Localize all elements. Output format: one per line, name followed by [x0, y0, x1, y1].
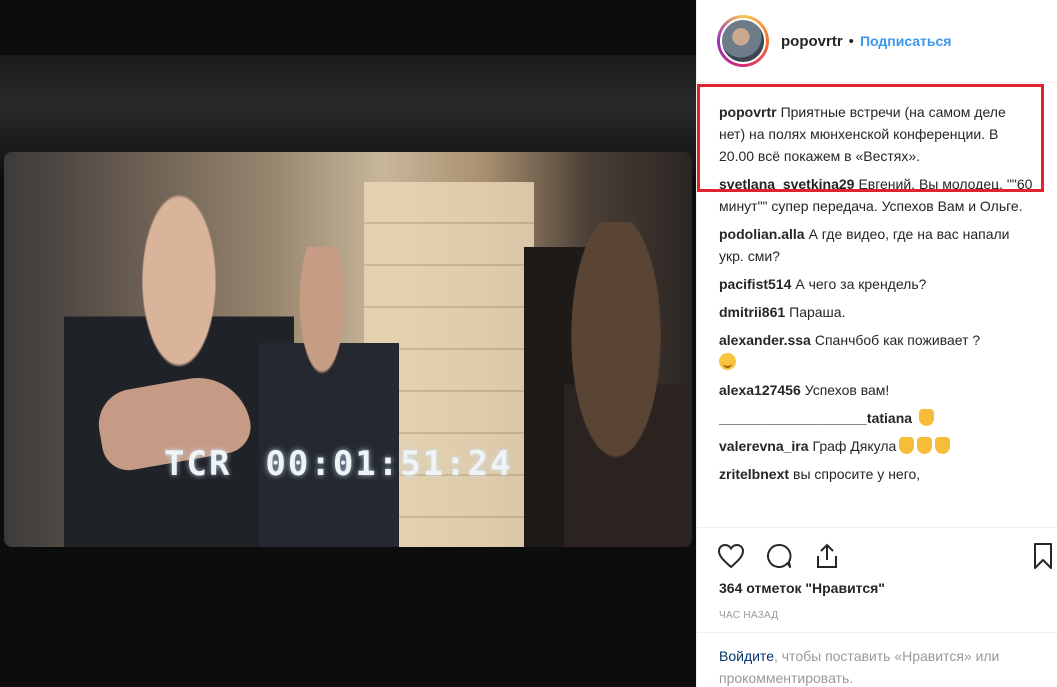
- timecode-label: TCR: [164, 444, 232, 484]
- login-prompt: Войдите, чтобы поставить «Нравится» или …: [697, 632, 1057, 687]
- action-bar: [697, 527, 1057, 587]
- timecode-value: 00:01:51:24: [265, 444, 513, 484]
- follow-button[interactable]: Подписаться: [860, 33, 952, 49]
- post-header: popovrtr • Подписаться: [697, 0, 1057, 83]
- comment-username[interactable]: valerevna_ira: [719, 438, 809, 454]
- comment-row: podolian.alla А где видео, где на вас нап…: [719, 223, 1038, 267]
- comment-row: alexander.ssa Спанчбоб как поживает ?: [719, 329, 1038, 373]
- post-sidebar: popovrtr • Подписаться popovrtr Приятные …: [696, 0, 1057, 687]
- person-center: [259, 247, 399, 547]
- avatar[interactable]: [717, 15, 769, 67]
- post-time[interactable]: ЧАС НАЗАД: [719, 610, 778, 621]
- bookmark-icon[interactable]: [1027, 540, 1057, 572]
- login-link[interactable]: Войдите: [719, 648, 774, 664]
- avatar-image: [720, 18, 766, 64]
- comment-row: valerevna_ira Граф Дякула: [719, 435, 1038, 457]
- clapping-hands-icon: [935, 437, 951, 454]
- person-right: [564, 222, 692, 547]
- clapping-hands-icon: [917, 437, 933, 454]
- comment-username[interactable]: ___________________tatiana: [719, 410, 912, 426]
- comment-username[interactable]: zritelbnext: [719, 466, 789, 482]
- smiling-face-icon: [719, 353, 736, 370]
- comment-row: dmitrii861 Параша.: [719, 301, 1038, 323]
- header-username[interactable]: popovrtr: [781, 33, 843, 50]
- comment-text: Граф Дякула: [812, 438, 897, 454]
- comment-text: А чего за крендель?: [795, 276, 927, 292]
- timecode-overlay: TCR 00:01:51:24: [164, 444, 547, 484]
- comment-text: Спанчбоб как поживает ?: [814, 332, 981, 348]
- comment-row: zritelbnext вы спросите у него,: [719, 463, 1038, 485]
- heart-icon[interactable]: [715, 540, 747, 572]
- comment-username[interactable]: dmitrii861: [719, 304, 785, 320]
- comment-text: вы спросите у него,: [793, 466, 921, 482]
- comment-username[interactable]: pacifist514: [719, 276, 791, 292]
- comment-username[interactable]: svetlana_svetkina29: [719, 176, 854, 192]
- comment-row: ___________________tatiana: [719, 407, 1038, 429]
- comment-username[interactable]: alexander.ssa: [719, 332, 811, 348]
- thumbs-up-icon: [919, 409, 935, 426]
- post-photo[interactable]: TCR 00:01:51:24: [0, 0, 696, 687]
- comment-icon[interactable]: [763, 540, 795, 572]
- clapping-hands-icon: [899, 437, 915, 454]
- caption: popovrtr Приятные встречи (на самом деле …: [719, 101, 1038, 167]
- comment-username[interactable]: podolian.alla: [719, 226, 805, 242]
- comment-row: alexa127456 Успехов вам!: [719, 379, 1038, 401]
- separator-dot: •: [848, 32, 854, 50]
- caption-username[interactable]: popovrtr: [719, 104, 777, 120]
- comments-list[interactable]: popovrtr Приятные встречи (на самом деле …: [697, 84, 1057, 526]
- comment-row: svetlana_svetkina29 Евгений, Вы молодец. …: [719, 173, 1038, 217]
- share-icon[interactable]: [811, 540, 843, 572]
- comment-text: Параша.: [789, 304, 846, 320]
- camera-viewfinder-screen: TCR 00:01:51:24: [4, 152, 692, 547]
- comment-username[interactable]: alexa127456: [719, 382, 801, 398]
- comment-text: Успехов вам!: [804, 382, 890, 398]
- comment-row: pacifist514 А чего за крендель?: [719, 273, 1038, 295]
- likes-count[interactable]: 364 отметок "Нравится": [719, 580, 885, 596]
